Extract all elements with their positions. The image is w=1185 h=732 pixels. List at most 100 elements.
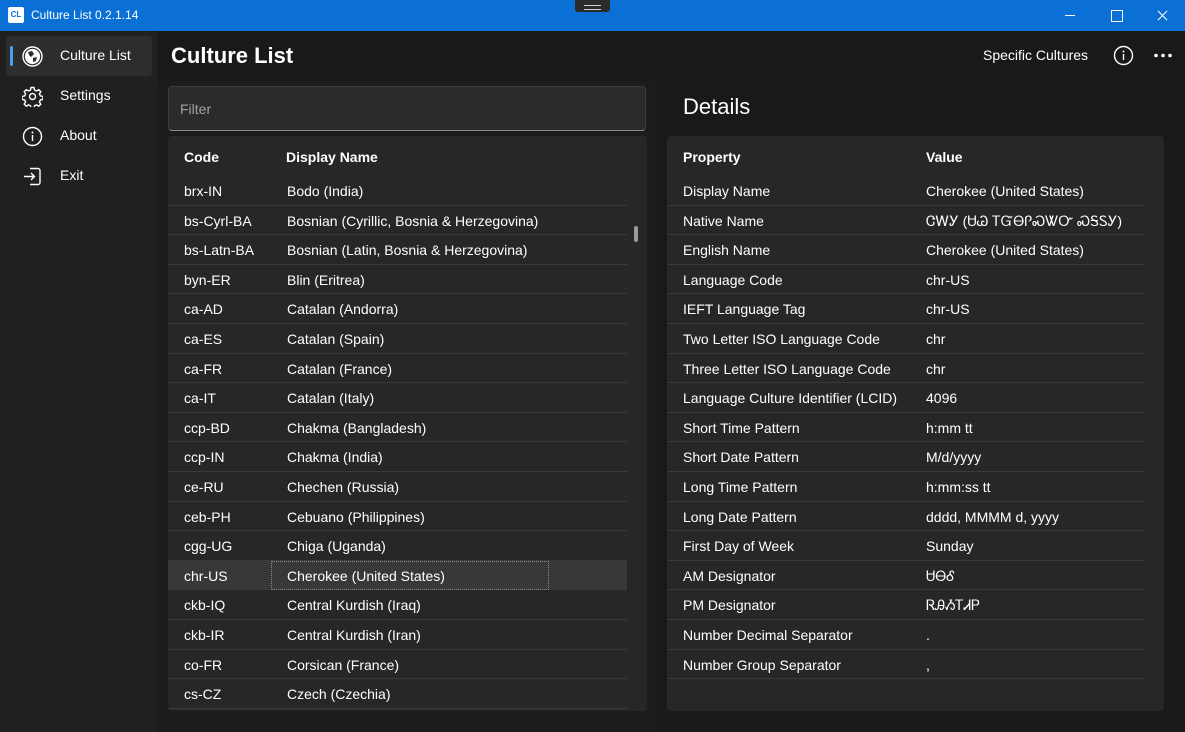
- culture-code-cell: cgg-UG: [184, 538, 233, 555]
- column-header-property[interactable]: Property: [683, 149, 741, 165]
- column-header-value[interactable]: Value: [926, 149, 963, 165]
- title-bar[interactable]: CL Culture List 0.2.1.14: [0, 0, 1185, 31]
- culture-code-cell: bs-Cyrl-BA: [184, 212, 252, 229]
- display-name-cell: Chechen (Russia): [287, 478, 400, 495]
- table-row[interactable]: Number Decimal Separator.: [667, 620, 1144, 650]
- table-row[interactable]: Long Time Pattern h:mm:ss tt: [667, 472, 1144, 502]
- table-row[interactable]: ckb-IQ Central Kurdish (Iraq): [168, 590, 627, 620]
- display-name-cell: Catalan (Spain): [287, 330, 385, 347]
- column-header-display-name[interactable]: Display Name: [286, 149, 378, 165]
- table-row[interactable]: chr-US Cherokee (United States): [168, 560, 627, 591]
- table-row[interactable]: Short Date Pattern M/d/yyyy: [667, 442, 1144, 472]
- table-row[interactable]: cs-CZ Czech (Czechia): [168, 679, 627, 709]
- table-row[interactable]: Short Time Pattern h:mm tt: [667, 413, 1144, 443]
- info-icon[interactable]: [1113, 45, 1134, 66]
- filter-input[interactable]: [168, 86, 646, 131]
- specific-cultures-button[interactable]: Specific Cultures: [983, 47, 1088, 63]
- table-row[interactable]: byn-ER Blin (Eritrea): [168, 265, 627, 295]
- culture-code-cell: ce-RU: [184, 478, 224, 495]
- table-row[interactable]: Three Letter ISO Language Code chr: [667, 354, 1144, 384]
- value-cell: dddd, MMMM d, yyyy: [926, 508, 1060, 525]
- value-cell: h:mm tt: [926, 419, 973, 436]
- table-row[interactable]: ccp-IN Chakma (India): [168, 442, 627, 472]
- table-row[interactable]: Language Code chr-US: [667, 265, 1144, 295]
- close-button[interactable]: [1139, 0, 1185, 31]
- table-row[interactable]: Display Name Cherokee (United States): [667, 176, 1144, 206]
- table-row[interactable]: ca-AD Catalan (Andorra): [168, 294, 627, 324]
- property-cell: IEFT Language Tag: [683, 301, 806, 318]
- value-cell: ᏣᎳᎩ (ᏌᏊ ᎢᏳᎾᎵᏍᏔᏅ ᏍᎦᏚᎩ): [926, 212, 1123, 229]
- property-cell: Three Letter ISO Language Code: [683, 360, 891, 377]
- table-row[interactable]: ca-FR Catalan (France): [168, 354, 627, 384]
- culture-grid-header: Code Display Name: [168, 136, 647, 176]
- minimize-button[interactable]: [1047, 0, 1093, 31]
- property-cell: Two Letter ISO Language Code: [683, 330, 880, 347]
- table-row[interactable]: bs-Latn-BA Bosnian (Latin, Bosnia & Herze…: [168, 235, 627, 265]
- more-options-icon[interactable]: [1151, 45, 1175, 66]
- display-name-cell: Blin (Eritrea): [287, 271, 365, 288]
- value-cell: h:mm:ss tt: [926, 478, 991, 495]
- property-cell: English Name: [683, 242, 771, 259]
- table-row[interactable]: Native Name ᏣᎳᎩ (ᏌᏊ ᎢᏳᎾᎵᏍᏔᏅ ᏍᎦᏚᎩ): [667, 206, 1144, 236]
- details-grid-rows: Display Name Cherokee (United States) Nati…: [667, 176, 1144, 680]
- table-row[interactable]: Long Date Pattern dddd, MMMM d, yyyy: [667, 502, 1144, 532]
- table-row[interactable]: ce-RU Chechen (Russia): [168, 472, 627, 502]
- scrollbar-thumb[interactable]: [634, 226, 638, 242]
- value-cell: .: [926, 626, 930, 643]
- property-cell: Long Date Pattern: [683, 508, 797, 525]
- table-row[interactable]: First Day of Week Sunday: [667, 531, 1144, 561]
- value-cell: Cherokee (United States): [926, 242, 1084, 259]
- sidebar-item-settings[interactable]: Settings: [6, 76, 152, 116]
- culture-grid[interactable]: Code Display Name brx-IN Bodo (India) bs-C…: [168, 136, 647, 711]
- column-header-code[interactable]: Code: [184, 149, 219, 165]
- value-cell: Cherokee (United States): [926, 183, 1084, 199]
- value-cell: chr-US: [926, 271, 970, 288]
- value-cell: chr: [926, 360, 946, 377]
- table-row[interactable]: ca-IT Catalan (Italy): [168, 383, 627, 413]
- sidebar: Culture List Settings About Exit: [0, 31, 157, 732]
- culture-code-cell: ckb-IQ: [184, 597, 226, 614]
- table-row[interactable]: ckb-IR Central Kurdish (Iran): [168, 620, 627, 650]
- table-row[interactable]: brx-IN Bodo (India): [168, 176, 627, 206]
- drag-handle[interactable]: [575, 0, 610, 12]
- globe-icon: [22, 46, 43, 67]
- sidebar-item-label: Settings: [60, 87, 111, 103]
- property-cell: Short Date Pattern: [683, 449, 799, 466]
- culture-list-panel: Code Display Name brx-IN Bodo (India) bs-C…: [157, 81, 655, 732]
- sidebar-item-culture-list[interactable]: Culture List: [6, 36, 152, 76]
- table-row[interactable]: AM Designator ᏌᎾᎴ: [667, 561, 1144, 591]
- table-row[interactable]: Number Group Separator,: [667, 650, 1144, 680]
- maximize-button[interactable]: [1093, 0, 1139, 31]
- culture-code-cell: ccp-BD: [184, 419, 230, 436]
- table-row[interactable]: ceb-PH Cebuano (Philippines): [168, 502, 627, 532]
- display-name-cell: Chakma (India): [287, 449, 383, 466]
- value-cell: ᏌᎾᎴ: [926, 567, 955, 584]
- sidebar-item-about[interactable]: About: [6, 116, 152, 156]
- table-row[interactable]: Two Letter ISO Language Code chr: [667, 324, 1144, 354]
- display-name-cell: Bosnian (Cyrillic, Bosnia & Herzegovina): [287, 212, 539, 229]
- table-row[interactable]: co-FR Corsican (France): [168, 650, 627, 680]
- sidebar-item-exit[interactable]: Exit: [6, 156, 152, 196]
- table-row[interactable]: PM Designator ᏒᎯᏱᎢᏗᏢ: [667, 590, 1144, 620]
- property-cell: Display Name: [683, 183, 771, 199]
- details-title: Details: [683, 94, 751, 119]
- culture-code-cell: brx-IN: [184, 183, 223, 199]
- property-cell: Short Time Pattern: [683, 419, 800, 436]
- culture-grid-rows: brx-IN Bodo (India) bs-Cyrl-BA Bosnian (Cyr…: [168, 176, 627, 709]
- table-row[interactable]: IEFT Language Tag chr-US: [667, 294, 1144, 324]
- culture-code-cell: cs-CZ: [184, 686, 222, 703]
- value-cell: Sunday: [926, 538, 974, 555]
- details-grid[interactable]: Property Value Display Name Cherokee (Uni…: [667, 136, 1164, 711]
- culture-code-cell: byn-ER: [184, 271, 231, 288]
- property-cell: Long Time Pattern: [683, 478, 798, 495]
- table-row[interactable]: English Name Cherokee (United States): [667, 235, 1144, 265]
- value-cell: ᏒᎯᏱᎢᏗᏢ: [926, 597, 980, 614]
- display-name-cell: Czech (Czechia): [287, 686, 391, 703]
- table-row[interactable]: cgg-UG Chiga (Uganda): [168, 531, 627, 561]
- table-row[interactable]: ccp-BD Chakma (Bangladesh): [168, 413, 627, 443]
- sidebar-item-label: Exit: [60, 167, 84, 183]
- table-row[interactable]: ca-ES Catalan (Spain): [168, 324, 627, 354]
- display-name-cell: Catalan (Italy): [287, 390, 375, 407]
- table-row[interactable]: bs-Cyrl-BA Bosnian (Cyrillic, Bosnia & He…: [168, 206, 627, 236]
- table-row[interactable]: Language Culture Identifier (LCID) 4096: [667, 383, 1144, 413]
